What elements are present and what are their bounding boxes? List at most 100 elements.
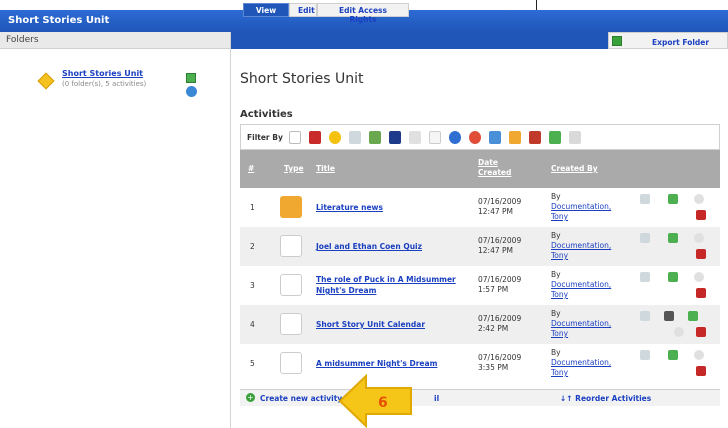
filter-blank-icon[interactable] xyxy=(429,131,441,144)
filter-link-icon[interactable] xyxy=(409,131,421,144)
filter-chart-icon[interactable] xyxy=(529,131,541,144)
author-link[interactable]: Documentation, xyxy=(551,280,611,289)
col-title[interactable]: Title xyxy=(316,164,335,173)
activity-title-link[interactable]: Literature news xyxy=(316,203,383,212)
plus-icon: + xyxy=(246,393,255,402)
filter-folder-icon[interactable] xyxy=(509,131,521,144)
by-label: By xyxy=(551,348,561,357)
report-icon[interactable] xyxy=(668,194,678,204)
quiz-activity-icon xyxy=(280,235,302,257)
activities-heading: Activities xyxy=(240,109,293,120)
col-created-by[interactable]: Created By xyxy=(551,164,598,173)
table-header: # Type Title Date Created Created By xyxy=(240,150,720,188)
reorder-activities-link[interactable]: ↓↑ Reorder Activities xyxy=(560,394,651,403)
folder-link[interactable]: Short Stories Unit xyxy=(62,69,143,78)
date-created: 07/16/2009 1:57 PM xyxy=(478,275,521,295)
callout-arrow-icon xyxy=(338,374,412,428)
filter-globe-icon[interactable] xyxy=(449,131,461,144)
settings-icon[interactable] xyxy=(694,272,704,282)
col-type[interactable]: Type xyxy=(284,164,304,173)
report-icon[interactable] xyxy=(668,272,678,282)
folders-panel-header: Folders xyxy=(0,32,231,49)
time: 3:35 PM xyxy=(478,363,509,372)
preview-icon[interactable] xyxy=(640,194,650,204)
row-number: 3 xyxy=(250,281,255,290)
delete-icon[interactable] xyxy=(696,210,706,220)
filter-calendar-icon[interactable] xyxy=(489,131,501,144)
delete-icon[interactable] xyxy=(696,366,706,376)
delete-icon[interactable] xyxy=(696,288,706,298)
preview-icon[interactable] xyxy=(640,350,650,360)
tab-edit[interactable]: Edit xyxy=(289,3,317,17)
folder-share-icon[interactable] xyxy=(186,86,197,97)
settings-icon[interactable] xyxy=(694,350,704,360)
folder-diamond-icon xyxy=(37,72,55,90)
author-link-2[interactable]: Tony xyxy=(551,251,568,260)
author-link-2[interactable]: Tony xyxy=(551,368,568,377)
activities-table: # Type Title Date Created Created By 1 Li… xyxy=(240,150,720,389)
list-icon[interactable] xyxy=(664,311,674,321)
filter-smiley-icon[interactable] xyxy=(329,131,341,144)
created-by: By Documentation, Tony xyxy=(551,270,611,300)
author-link[interactable]: Documentation, xyxy=(551,319,611,328)
author-link-2[interactable]: Tony xyxy=(551,212,568,221)
date: 07/16/2009 xyxy=(478,353,522,362)
date-created: 07/16/2009 12:47 PM xyxy=(478,236,521,256)
folder-item[interactable]: Short Stories Unit (0 folder(s), 5 activ… xyxy=(36,69,226,99)
activity-title-link[interactable]: The role of Puck in A Midsummer Night's D… xyxy=(316,274,466,296)
report-icon[interactable] xyxy=(668,350,678,360)
create-new-activity-link[interactable]: Create new activity xyxy=(260,394,342,403)
author-link[interactable]: Documentation, xyxy=(551,358,611,367)
export-folder-label[interactable]: Export Folder xyxy=(652,38,709,50)
by-label: By xyxy=(551,192,561,201)
filter-pencil-icon[interactable] xyxy=(369,131,381,144)
author-link[interactable]: Documentation, xyxy=(551,202,611,211)
table-row: 4 Short Story Unit Calendar 07/16/2009 2:… xyxy=(240,305,720,344)
activity-title-link[interactable]: A midsummer Night's Dream xyxy=(316,359,437,368)
tab-edit-label: Edit xyxy=(298,6,315,15)
filter-target-icon[interactable] xyxy=(469,131,481,144)
delete-icon[interactable] xyxy=(696,327,706,337)
row-number: 5 xyxy=(250,359,255,368)
created-by: By Documentation, Tony xyxy=(551,309,611,339)
footer-partial-link[interactable]: il xyxy=(434,394,439,403)
created-by: By Documentation, Tony xyxy=(551,192,611,222)
date-created: 07/16/2009 3:35 PM xyxy=(478,353,521,373)
preview-icon[interactable] xyxy=(640,272,650,282)
created-by: By Documentation, Tony xyxy=(551,348,611,378)
settings-icon[interactable] xyxy=(694,194,704,204)
activity-title-link[interactable]: Short Story Unit Calendar xyxy=(316,320,425,329)
filter-pdf-icon[interactable] xyxy=(309,131,321,144)
filter-book-icon[interactable] xyxy=(549,131,561,144)
preview-icon[interactable] xyxy=(640,233,650,243)
report-icon[interactable] xyxy=(688,311,698,321)
settings-icon[interactable] xyxy=(694,233,704,243)
time: 1:57 PM xyxy=(478,285,509,294)
by-label: By xyxy=(551,270,561,279)
row-number: 1 xyxy=(250,203,255,212)
report-icon[interactable] xyxy=(668,233,678,243)
filter-page-icon[interactable] xyxy=(289,131,301,144)
filter-clip-icon[interactable] xyxy=(569,131,581,144)
assessment-activity-icon xyxy=(280,274,302,296)
tab-edit-access-rights[interactable]: Edit Access Rights xyxy=(317,3,409,24)
created-by: By Documentation, Tony xyxy=(551,231,611,261)
folders-heading: Folders xyxy=(6,35,39,45)
tab-view[interactable]: View xyxy=(243,3,289,17)
activity-title-link[interactable]: Joel and Ethan Coen Quiz xyxy=(316,242,422,251)
time: 12:47 PM xyxy=(478,207,513,216)
folder-edit-icon[interactable] xyxy=(186,73,196,83)
filter-doc-icon[interactable] xyxy=(349,131,361,144)
col-number[interactable]: # xyxy=(248,164,254,173)
callout-number: 6 xyxy=(378,395,388,411)
author-link-2[interactable]: Tony xyxy=(551,290,568,299)
col-date-created[interactable]: Date Created xyxy=(478,158,511,178)
author-link[interactable]: Documentation, xyxy=(551,241,611,250)
export-folder-icon xyxy=(612,36,622,46)
filter-image-icon[interactable] xyxy=(389,131,401,144)
row-number: 2 xyxy=(250,242,255,251)
delete-icon[interactable] xyxy=(696,249,706,259)
preview-icon[interactable] xyxy=(640,311,650,321)
author-link-2[interactable]: Tony xyxy=(551,329,568,338)
settings-icon[interactable] xyxy=(674,327,684,337)
